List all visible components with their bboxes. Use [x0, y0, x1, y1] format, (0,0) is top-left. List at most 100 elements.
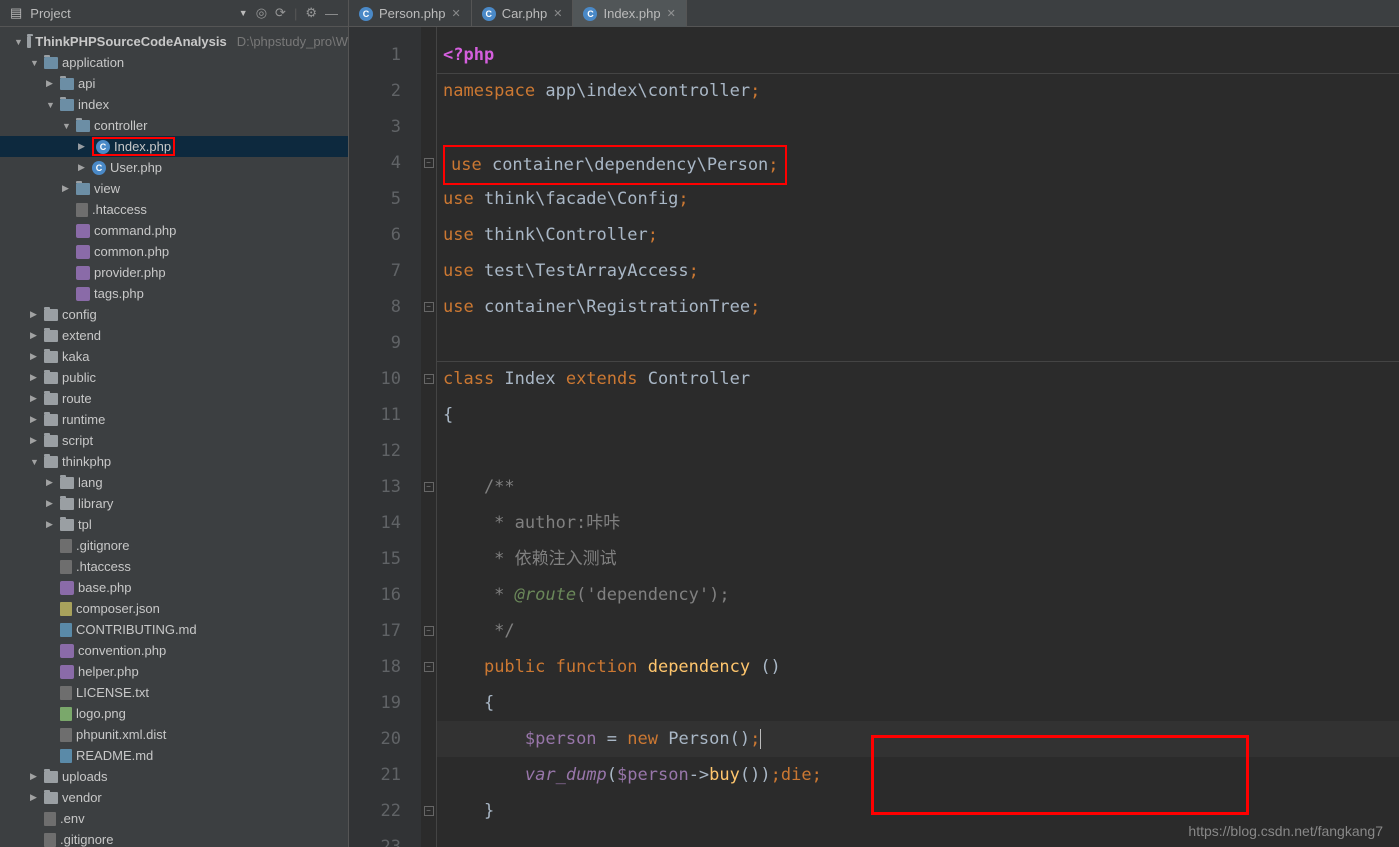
code-line[interactable]: public function dependency () — [437, 649, 1399, 685]
code-line[interactable] — [437, 433, 1399, 469]
code-line[interactable]: /** — [437, 469, 1399, 505]
expand-icon[interactable]: ▶ — [46, 78, 56, 89]
expand-icon[interactable]: ▼ — [30, 58, 40, 68]
expand-icon[interactable]: ▼ — [62, 121, 72, 131]
expand-icon[interactable]: ▶ — [46, 519, 56, 530]
tree-item[interactable]: README.md — [0, 745, 348, 766]
expand-icon[interactable]: ▶ — [30, 393, 40, 404]
tree-item[interactable]: helper.php — [0, 661, 348, 682]
code-line[interactable]: * @route('dependency'); — [437, 577, 1399, 613]
expand-icon[interactable]: ▶ — [46, 477, 56, 488]
expand-icon[interactable]: ▼ — [46, 100, 56, 110]
fold-icon[interactable]: − — [424, 662, 434, 672]
code-line[interactable]: * author:咔咔 — [437, 505, 1399, 541]
tree-item[interactable]: ▶config — [0, 304, 348, 325]
tree-item[interactable]: ▶tpl — [0, 514, 348, 535]
close-icon[interactable]: ✕ — [667, 7, 676, 20]
minimize-icon[interactable]: — — [325, 6, 338, 21]
expand-icon[interactable]: ▶ — [30, 351, 40, 362]
tree-item[interactable]: ▶script — [0, 430, 348, 451]
tree-item[interactable]: tags.php — [0, 283, 348, 304]
code-line[interactable]: use container\RegistrationTree; — [437, 289, 1399, 325]
code-line[interactable]: class Index extends Controller — [437, 361, 1399, 397]
expand-icon[interactable]: ▶ — [30, 414, 40, 425]
tree-item[interactable]: common.php — [0, 241, 348, 262]
tree-item[interactable]: .htaccess — [0, 556, 348, 577]
code-line[interactable]: use container\dependency\Person; — [437, 145, 1399, 181]
tree-item[interactable]: ▶view — [0, 178, 348, 199]
tree-item[interactable]: logo.png — [0, 703, 348, 724]
tree-item[interactable]: ▼controller — [0, 115, 348, 136]
tree-item[interactable]: .htaccess — [0, 199, 348, 220]
tree-item[interactable]: ▶api — [0, 73, 348, 94]
expand-icon[interactable]: ▶ — [30, 435, 40, 446]
code-line[interactable]: use think\Controller; — [437, 217, 1399, 253]
expand-icon[interactable]: ▶ — [30, 792, 40, 803]
dropdown-icon[interactable]: ▼ — [239, 8, 248, 18]
tree-item[interactable]: composer.json — [0, 598, 348, 619]
code-line[interactable]: $person = new Person(); — [437, 721, 1399, 757]
tab-person-php[interactable]: CPerson.php✕ — [349, 0, 472, 27]
fold-icon[interactable]: − — [424, 806, 434, 816]
tree-item[interactable]: LICENSE.txt — [0, 682, 348, 703]
tree-item[interactable]: ▶CUser.php — [0, 157, 348, 178]
close-icon[interactable]: ✕ — [553, 7, 562, 20]
fold-icon[interactable]: − — [424, 626, 434, 636]
expand-icon[interactable]: ▶ — [62, 183, 72, 194]
tree-item[interactable]: ▼thinkphp — [0, 451, 348, 472]
tree-item[interactable]: phpunit.xml.dist — [0, 724, 348, 745]
tree-item[interactable]: ▶extend — [0, 325, 348, 346]
tree-item[interactable]: .env — [0, 808, 348, 829]
fold-icon[interactable]: − — [424, 158, 434, 168]
tree-item[interactable]: ▼ThinkPHPSourceCodeAnalysisD:\phpstudy_p… — [0, 31, 348, 52]
expand-icon[interactable]: ▶ — [78, 141, 88, 152]
code-line[interactable]: var_dump($person->buy());die; — [437, 757, 1399, 793]
tree-item[interactable]: .gitignore — [0, 535, 348, 556]
fold-icon[interactable]: − — [424, 482, 434, 492]
project-tree[interactable]: ▼ThinkPHPSourceCodeAnalysisD:\phpstudy_p… — [0, 27, 349, 847]
gear-icon[interactable]: ⚙ — [305, 5, 317, 21]
refresh-icon[interactable]: ⟳ — [275, 5, 286, 21]
tree-item[interactable]: ▼application — [0, 52, 348, 73]
tree-item[interactable]: CONTRIBUTING.md — [0, 619, 348, 640]
expand-icon[interactable]: ▼ — [30, 457, 40, 467]
fold-icon[interactable]: − — [424, 302, 434, 312]
tree-item[interactable]: provider.php — [0, 262, 348, 283]
tree-item[interactable]: ▶uploads — [0, 766, 348, 787]
expand-icon[interactable]: ▶ — [30, 309, 40, 320]
expand-icon[interactable]: ▶ — [30, 771, 40, 782]
expand-icon[interactable]: ▶ — [30, 330, 40, 341]
expand-icon[interactable]: ▶ — [78, 162, 88, 173]
tree-item[interactable]: ▶route — [0, 388, 348, 409]
tab-car-php[interactable]: CCar.php✕ — [472, 0, 574, 27]
target-icon[interactable]: ◎ — [256, 5, 267, 21]
tab-index-php[interactable]: CIndex.php✕ — [573, 0, 686, 27]
code-line[interactable] — [437, 109, 1399, 145]
code-line[interactable] — [437, 325, 1399, 361]
tree-item[interactable]: base.php — [0, 577, 348, 598]
tree-item[interactable]: ▶vendor — [0, 787, 348, 808]
tree-item[interactable]: ▶library — [0, 493, 348, 514]
code-line[interactable]: namespace app\index\controller; — [437, 73, 1399, 109]
tree-item[interactable]: ▶runtime — [0, 409, 348, 430]
code-line[interactable]: * 依赖注入测试 — [437, 541, 1399, 577]
code-line[interactable]: <?php — [437, 37, 1399, 73]
fold-icon[interactable]: − — [424, 374, 434, 384]
tree-item[interactable]: ▶kaka — [0, 346, 348, 367]
code-area[interactable]: <?phpnamespace app\index\controller; use … — [437, 27, 1399, 847]
code-editor[interactable]: 1234567891011121314151617181920212223 −−… — [349, 27, 1399, 847]
close-icon[interactable]: ✕ — [452, 7, 461, 20]
tree-item[interactable]: command.php — [0, 220, 348, 241]
expand-icon[interactable]: ▼ — [14, 37, 23, 47]
expand-icon[interactable]: ▶ — [30, 372, 40, 383]
code-line[interactable]: use test\TestArrayAccess; — [437, 253, 1399, 289]
tree-item[interactable]: ▶CIndex.php — [0, 136, 348, 157]
code-line[interactable]: */ — [437, 613, 1399, 649]
code-line[interactable]: use think\facade\Config; — [437, 181, 1399, 217]
tree-item[interactable]: ▼index — [0, 94, 348, 115]
tree-item[interactable]: .gitignore — [0, 829, 348, 847]
tree-item[interactable]: ▶lang — [0, 472, 348, 493]
tree-item[interactable]: convention.php — [0, 640, 348, 661]
code-line[interactable]: { — [437, 685, 1399, 721]
code-line[interactable]: { — [437, 397, 1399, 433]
